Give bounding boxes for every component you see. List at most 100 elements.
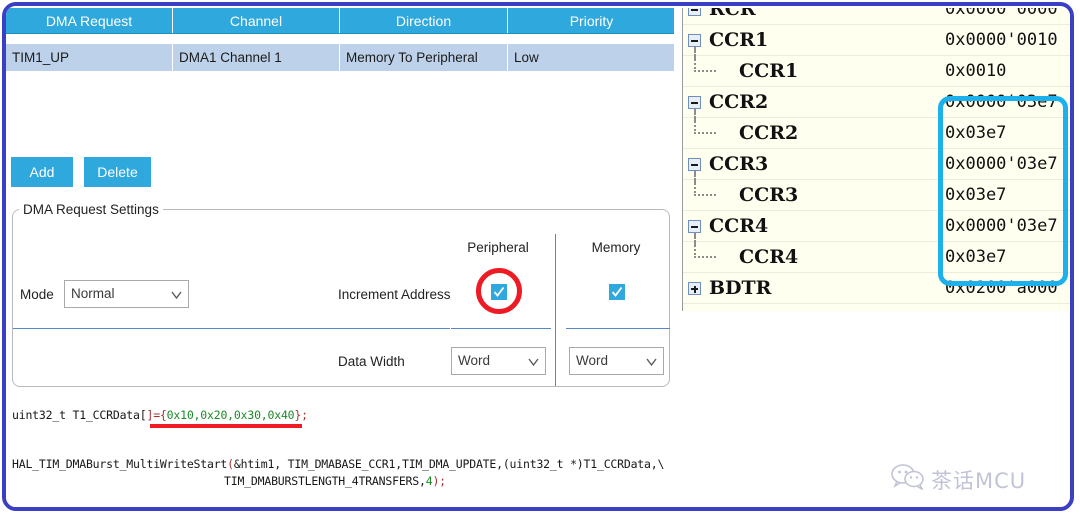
collapse-icon[interactable] (688, 220, 701, 233)
dma-configuration-pane: DMA Request Channel Direction Priority T… (6, 6, 674, 507)
register-value: 0x0000'0010 (945, 30, 1058, 50)
register-tree-rows: RCR 0x0000'0000 CCR1 0x0000'0010 CCR1 0x0010 C… (683, 8, 1070, 304)
chevron-down-icon (646, 358, 657, 367)
register-tree-row[interactable]: CCR3 0x0000'03e7 (683, 149, 1070, 183)
register-tree-row[interactable]: CCR2 0x0000'03e7 (683, 87, 1070, 121)
register-value: 0x03e7 (945, 185, 1007, 205)
column-divider (555, 234, 556, 386)
code-call-args2: TIM_DMABURSTLENGTH_4TRANSFERS, (224, 474, 426, 488)
wechat-logo-icon (891, 464, 925, 495)
memory-column-header: Memory (591, 240, 641, 255)
dma-request-table: DMA Request Channel Direction Priority T… (6, 8, 674, 71)
register-name: CCR1 (709, 29, 769, 51)
register-name: CCR3 (709, 153, 769, 175)
increment-address-memory-checkbox[interactable] (609, 284, 625, 300)
register-name: BDTR (709, 277, 772, 299)
register-tree-row[interactable]: CCR1 0x0010 (683, 48, 1070, 87)
tree-connector (694, 48, 716, 72)
expand-icon[interactable] (688, 282, 701, 295)
red-annotation-circle (476, 268, 522, 314)
register-value: 0x0010 (945, 61, 1007, 81)
collapse-icon[interactable] (688, 8, 701, 16)
cell-direction: Memory To Peripheral (339, 44, 508, 71)
code-call-args: &htim1, TIM_DMABASE_CCR1,TIM_DMA_UPDATE,… (233, 457, 665, 471)
tree-connector (694, 110, 716, 134)
settings-divider (566, 328, 670, 329)
register-value: 0x0000'03e7 (945, 216, 1058, 236)
code-decl-prefix: uint32_t T1_CCRData[ (12, 408, 147, 422)
red-annotation-underline (150, 424, 302, 428)
settings-divider (13, 328, 450, 329)
register-name: RCR (709, 8, 756, 20)
data-width-peripheral-select[interactable]: Word (451, 347, 546, 375)
register-tree-row[interactable]: CCR4 0x03e7 (683, 234, 1070, 273)
register-name: CCR3 (739, 184, 799, 206)
register-name: CCR1 (739, 60, 799, 82)
code-decl-values: 0x10,0x20,0x30,0x40 (166, 408, 295, 422)
register-tree-row[interactable]: CCR3 0x03e7 (683, 172, 1070, 211)
dma-request-settings-legend: DMA Request Settings (19, 202, 163, 217)
cell-dma-request: TIM1_UP (6, 44, 173, 71)
expander-bar (693, 285, 696, 293)
code-call-close: ); (432, 474, 446, 488)
register-tree-row[interactable]: BDTR 0x0200'a000 (683, 273, 1070, 304)
collapse-icon[interactable] (688, 34, 701, 47)
register-value: 0x0000'03e7 (945, 154, 1058, 174)
add-button[interactable]: Add (11, 157, 73, 187)
data-width-memory-value: Word (576, 353, 609, 368)
tree-connector (694, 234, 716, 258)
column-header-priority[interactable]: Priority (507, 8, 674, 34)
register-value: 0x0200'a000 (945, 278, 1058, 298)
collapse-icon[interactable] (688, 96, 701, 109)
data-width-peripheral-value: Word (458, 353, 491, 368)
data-width-label: Data Width (338, 354, 405, 369)
column-header-channel[interactable]: Channel (172, 8, 340, 34)
register-name: CCR4 (709, 215, 769, 237)
chevron-down-icon (528, 358, 539, 367)
register-name: CCR2 (709, 91, 769, 113)
column-header-direction[interactable]: Direction (339, 8, 508, 34)
table-spacer-row (6, 33, 674, 44)
settings-divider (451, 328, 551, 329)
expander-bar (691, 226, 698, 228)
register-value: 0x0000'03e7 (945, 92, 1058, 112)
tree-connector (694, 172, 716, 196)
register-value: 0x03e7 (945, 123, 1007, 143)
register-name: CCR2 (739, 122, 799, 144)
code-decl-suffix: }; (294, 408, 308, 422)
code-line-call-cont: TIM_DMABURSTLENGTH_4TRANSFERS,4); (224, 474, 446, 488)
mode-select-value: Normal (71, 286, 115, 301)
table-header-row: DMA Request Channel Direction Priority (6, 8, 674, 34)
expander-bar (691, 102, 698, 104)
screenshot-frame: DMA Request Channel Direction Priority T… (2, 2, 1074, 511)
chevron-down-icon (171, 291, 182, 300)
code-call-open-paren: ( (227, 457, 234, 471)
code-call-function: HAL_TIM_DMABurst_MultiWriteStart (12, 457, 228, 471)
table-row[interactable]: TIM1_UP DMA1 Channel 1 Memory To Periphe… (6, 44, 674, 71)
expander-bar (691, 9, 698, 11)
collapse-icon[interactable] (688, 158, 701, 171)
code-snippet-area: uint32_t T1_CCRData[]={0x10,0x20,0x30,0x… (6, 392, 674, 507)
register-tree-row[interactable]: CCR2 0x03e7 (683, 110, 1070, 149)
register-tree-row[interactable]: CCR1 0x0000'0010 (683, 25, 1070, 59)
check-icon (611, 286, 623, 297)
mode-select[interactable]: Normal (64, 280, 189, 308)
code-line-call: HAL_TIM_DMABurst_MultiWriteStart(&htim1,… (12, 457, 664, 471)
register-tree-row[interactable]: RCR 0x0000'0000 (683, 8, 1070, 25)
cell-priority: Low (507, 44, 674, 71)
increment-address-label: Increment Address (338, 287, 451, 302)
code-line-declaration: uint32_t T1_CCRData[]={0x10,0x20,0x30,0x… (12, 408, 308, 422)
code-decl-bracket: ]={ (146, 408, 167, 422)
delete-button[interactable]: Delete (84, 157, 151, 187)
peripheral-column-header: Peripheral (467, 240, 529, 255)
register-tree-pane[interactable]: RCR 0x0000'0000 CCR1 0x0000'0010 CCR1 0x0010 C… (682, 8, 1070, 311)
register-name: CCR4 (739, 246, 799, 268)
register-value: 0x0000'0000 (945, 8, 1058, 19)
cell-channel: DMA1 Channel 1 (172, 44, 340, 71)
watermark-text: 茶话MCU (931, 468, 1027, 493)
mode-label: Mode (20, 287, 54, 302)
data-width-memory-select[interactable]: Word (569, 347, 664, 375)
column-header-dma-request[interactable]: DMA Request (6, 8, 173, 34)
watermark: 茶话MCU (891, 464, 1026, 495)
register-tree-row[interactable]: CCR4 0x0000'03e7 (683, 211, 1070, 245)
